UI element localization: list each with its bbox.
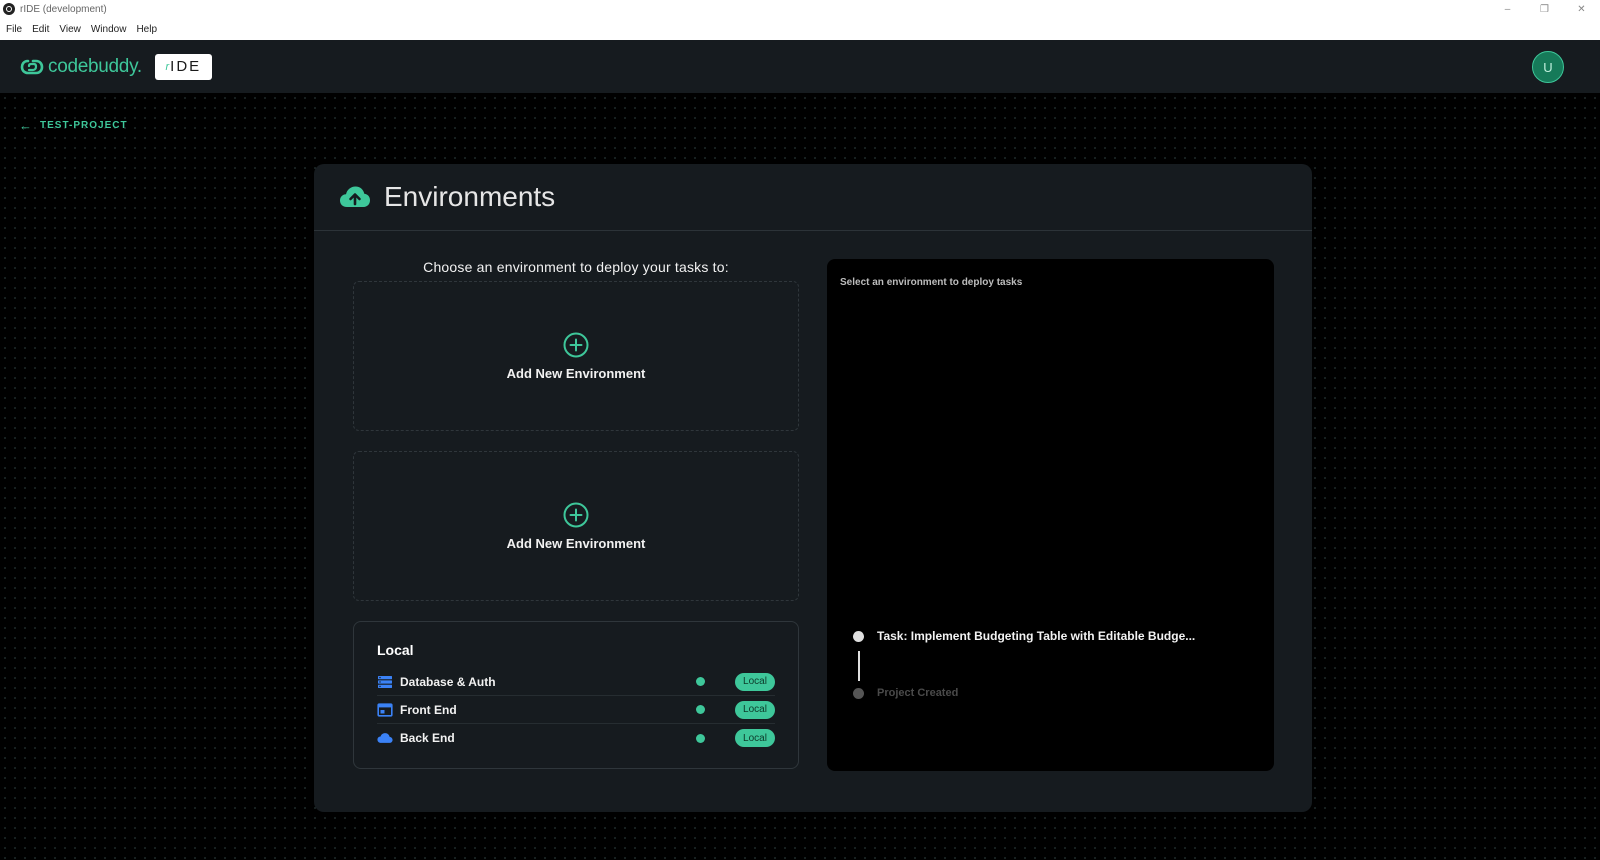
browser-window-icon bbox=[377, 702, 393, 718]
page-title: Environments bbox=[384, 181, 556, 212]
close-button[interactable]: ✕ bbox=[1563, 0, 1600, 18]
menubar: File Edit View Window Help bbox=[0, 18, 1600, 40]
arrow-left-icon: ← bbox=[19, 118, 33, 133]
local-badge: Local bbox=[735, 672, 775, 691]
card-header: Environments bbox=[314, 164, 1312, 231]
timeline-connector bbox=[858, 651, 860, 681]
timeline-item-project-created: Project Created bbox=[853, 687, 1195, 699]
window-controls: – ❐ ✕ bbox=[1489, 0, 1600, 18]
environment-prompt: Choose an environment to deploy your tas… bbox=[423, 259, 729, 275]
environments-card: Environments Choose an environment to de… bbox=[314, 164, 1312, 812]
plus-circle-icon bbox=[563, 332, 589, 357]
timeline-dot bbox=[853, 630, 864, 642]
ide-badge-text: IDE bbox=[170, 58, 202, 75]
service-row-front-end: Front End Local bbox=[377, 696, 775, 724]
window-title: rIDE (development) bbox=[20, 3, 107, 15]
service-name: Front End bbox=[400, 702, 457, 717]
task-timeline: Task: Implement Budgeting Table with Edi… bbox=[853, 629, 1195, 699]
database-icon bbox=[377, 674, 393, 690]
codebuddy-logo-icon bbox=[20, 59, 44, 74]
window-titlebar: rIDE (development) – ❐ ✕ bbox=[0, 0, 1600, 18]
ide-badge-prefix: r bbox=[165, 60, 170, 73]
menu-file[interactable]: File bbox=[6, 24, 22, 35]
deploy-hint: Select an environment to deploy tasks bbox=[840, 277, 1023, 288]
add-environment-button[interactable]: Add New Environment bbox=[353, 451, 799, 601]
local-environment-card[interactable]: Local Database & Auth Local Front End Lo… bbox=[353, 621, 799, 769]
timeline-created-label: Project Created bbox=[877, 687, 959, 699]
codebuddy-logo[interactable]: codebuddy. bbox=[20, 56, 142, 78]
status-online-indicator bbox=[696, 677, 705, 686]
app-icon bbox=[3, 3, 15, 15]
environment-list: Choose an environment to deploy your tas… bbox=[353, 254, 799, 769]
status-online-indicator bbox=[696, 705, 705, 714]
add-environment-button[interactable]: Add New Environment bbox=[353, 281, 799, 431]
menu-help[interactable]: Help bbox=[136, 24, 157, 35]
cloud-upload-icon bbox=[340, 186, 370, 207]
status-online-indicator bbox=[696, 733, 705, 743]
timeline-item-task[interactable]: Task: Implement Budgeting Table with Edi… bbox=[853, 629, 1195, 643]
deploy-panel: Select an environment to deploy tasks Ta… bbox=[827, 259, 1274, 771]
menu-edit[interactable]: Edit bbox=[32, 24, 49, 35]
logo-text: codebuddy. bbox=[48, 55, 142, 77]
service-row-back-end: Back End Local bbox=[377, 724, 775, 752]
menu-window[interactable]: Window bbox=[91, 24, 127, 35]
timeline-dot bbox=[853, 687, 864, 699]
cloud-icon bbox=[377, 730, 393, 746]
minimize-button[interactable]: – bbox=[1489, 0, 1526, 18]
service-row-database-auth: Database & Auth Local bbox=[377, 668, 775, 696]
restore-button[interactable]: ❐ bbox=[1526, 0, 1563, 18]
back-to-project-link[interactable]: ← TEST-PROJECT bbox=[19, 118, 128, 133]
app-header: codebuddy. r IDE U bbox=[0, 40, 1600, 93]
user-avatar[interactable]: U bbox=[1532, 51, 1564, 83]
service-name: Back End bbox=[400, 731, 455, 745]
menu-view[interactable]: View bbox=[59, 24, 81, 35]
local-badge: Local bbox=[735, 700, 775, 719]
add-environment-label: Add New Environment bbox=[506, 365, 646, 381]
project-name: TEST-PROJECT bbox=[40, 120, 128, 131]
add-environment-label: Add New Environment bbox=[506, 535, 646, 551]
plus-circle-icon bbox=[563, 502, 589, 527]
ide-badge: r IDE bbox=[154, 53, 212, 80]
local-environment-title: Local bbox=[377, 642, 414, 658]
timeline-task-label: Task: Implement Budgeting Table with Edi… bbox=[877, 629, 1196, 643]
service-name: Database & Auth bbox=[400, 674, 496, 689]
local-badge: Local bbox=[735, 729, 775, 747]
